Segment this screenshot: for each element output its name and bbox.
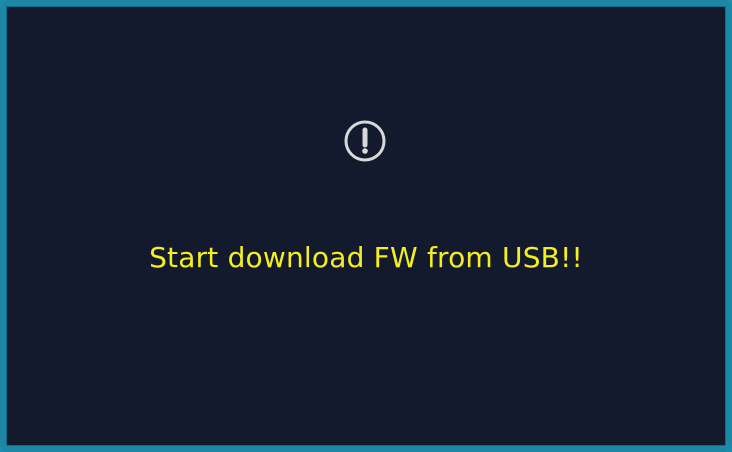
download-status-message: Start download FW from USB!! [149,241,583,274]
firmware-update-dialog: Start download FW from USB!! [0,0,732,452]
exclamation-circle-icon [343,119,387,163]
